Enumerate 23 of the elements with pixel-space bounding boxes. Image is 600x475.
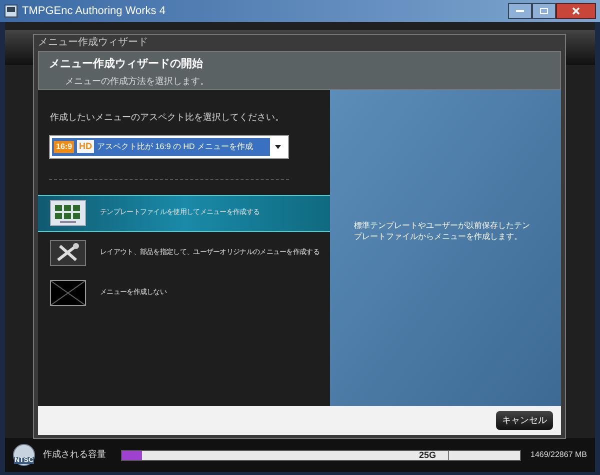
dropdown-value: アスペクト比が 16:9 の HD メニューを作成 [97, 140, 254, 152]
option-description: 標準テンプレートやユーザーが以前保存したテンプレートファイルからメニューを作成します。 [354, 220, 531, 242]
aspect-ratio-badge: 16:9 [54, 140, 74, 152]
template-thumbnail-icon [50, 200, 86, 226]
dialog-subheading: メニューの作成方法を選択します。 [65, 74, 210, 88]
tools-icon [50, 240, 86, 266]
capacity-label: 作成される容量 [43, 448, 107, 462]
crossed-box-icon [50, 280, 86, 306]
dialog-title: メニュー作成ウィザード [38, 36, 149, 50]
cancel-button[interactable]: キャンセル [496, 411, 553, 430]
caret-icon [273, 144, 283, 150]
hd-badge: HD [77, 140, 94, 154]
app-icon [4, 4, 18, 18]
aspect-dropdown[interactable]: 16:9 HD アスペクト比が 16:9 の HD メニューを作成 [49, 134, 289, 158]
dialog-heading: メニュー作成ウィザードの開始 [49, 56, 204, 72]
aspect-prompt: 作成したいメニューのアスペクト比を選択してください。 [50, 111, 285, 124]
window-title: TMPGEnc Authoring Works 4 [22, 4, 166, 19]
usage-text: 1469/22867 MB [530, 449, 587, 461]
close-icon [572, 7, 580, 15]
close-button[interactable] [556, 3, 596, 19]
capacity-marker-label: 25G [418, 448, 436, 462]
maximize-button[interactable] [532, 3, 556, 19]
minimize-button[interactable] [508, 3, 532, 19]
